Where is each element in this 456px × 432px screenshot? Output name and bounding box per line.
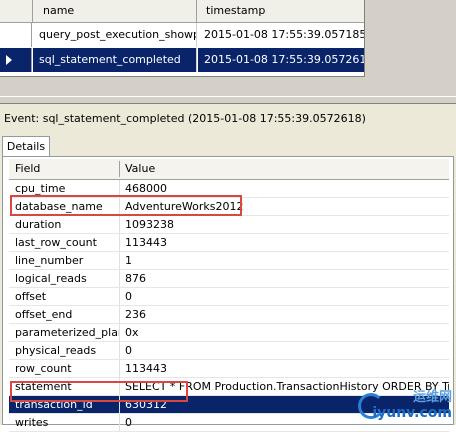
field-name: writes [15,416,49,429]
details-grid-header: Field Value [9,159,449,180]
field-name: parameterized_plan... [15,326,119,339]
field-name: offset [15,290,47,303]
field-value: 0x [125,326,139,339]
detail-row[interactable]: duration 1093238 [9,216,449,234]
highlight-box-database-name [10,195,242,216]
current-row-arrow-icon [6,55,12,65]
event-row[interactable]: query_post_execution_showplan 2015-01-08… [0,23,364,47]
field-value: 0 [125,344,132,357]
field-value: 113443 [125,236,167,249]
event-timestamp-cell[interactable]: 2015-01-08 17:55:39.0571850 [198,23,364,47]
field-name: physical_reads [15,344,97,357]
field-name: offset_end [15,308,73,321]
field-name: logical_reads [15,272,87,285]
column-header-field[interactable]: Field [15,159,40,179]
field-value: 1093238 [125,218,174,231]
detail-row[interactable]: physical_reads 0 [9,342,449,360]
event-name-cell[interactable]: sql_statement_completed [33,48,197,72]
field-value: 236 [125,308,146,321]
event-timestamp-cell[interactable]: 2015-01-08 17:55:39.0572618 [198,48,364,72]
watermark-text-en: iyunv.com [372,405,452,421]
field-value: 876 [125,272,146,285]
detail-row[interactable]: offset 0 [9,288,449,306]
events-panel: name timestamp query_post_execution_show… [0,0,456,96]
event-name-cell[interactable]: query_post_execution_showplan [33,23,197,47]
panel-splitter[interactable] [0,96,456,104]
highlight-box-transaction-id [10,381,188,402]
watermark: 运维网 iyunv.com [372,386,452,421]
detail-row[interactable]: row_count 113443 [9,360,449,378]
field-value: 0 [125,290,132,303]
detail-row[interactable]: logical_reads 876 [9,270,449,288]
detail-row[interactable]: parameterized_plan... 0x [9,324,449,342]
field-name: duration [15,218,62,231]
column-header-timestamp[interactable]: timestamp [198,0,364,22]
detail-row[interactable]: line_number 1 [9,252,449,270]
column-divider[interactable] [119,161,120,177]
row-header[interactable] [0,23,32,47]
field-name: last_row_count [15,236,97,249]
detail-row[interactable]: offset_end 236 [9,306,449,324]
field-value: 113443 [125,362,167,375]
event-row-selected[interactable]: sql_statement_completed 2015-01-08 17:55… [0,48,364,72]
column-header-name[interactable]: name [33,0,197,22]
field-value: 1 [125,254,132,267]
row-header[interactable] [0,48,32,72]
event-details-panel: Event: sql_statement_completed (2015-01-… [0,104,456,432]
row-header-corner[interactable] [0,0,33,22]
events-grid: name timestamp query_post_execution_show… [0,0,365,77]
field-name: line_number [15,254,84,267]
event-title: Event: sql_statement_completed (2015-01-… [4,112,366,125]
events-grid-header: name timestamp [0,0,364,23]
watermark-text-cn: 运维网 [412,390,452,405]
detail-row[interactable]: last_row_count 113443 [9,234,449,252]
column-header-value[interactable]: Value [125,159,155,179]
tab-details[interactable]: Details [2,136,50,157]
field-name: row_count [15,362,72,375]
